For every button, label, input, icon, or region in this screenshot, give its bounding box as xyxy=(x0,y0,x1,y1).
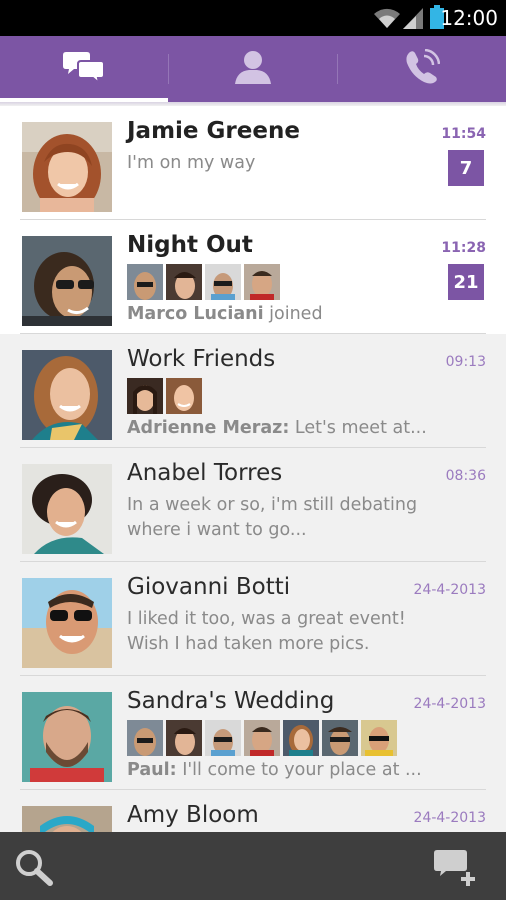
member-avatar xyxy=(127,264,163,300)
bottom-action-bar xyxy=(0,832,506,900)
sender-name: Marco Luciani xyxy=(127,304,264,324)
member-avatar xyxy=(361,720,397,756)
conversation-row[interactable]: Giovanni Botti 24-4-2013 I liked it too,… xyxy=(0,562,506,676)
conversation-row[interactable]: Jamie Greene 11:54 I'm on my way 7 xyxy=(0,106,506,220)
member-avatar xyxy=(244,720,280,756)
group-members xyxy=(127,264,280,300)
member-avatar xyxy=(166,378,202,414)
avatar xyxy=(22,350,112,440)
avatar xyxy=(22,692,112,782)
member-avatar xyxy=(322,720,358,756)
member-avatar xyxy=(127,378,163,414)
conversation-row[interactable]: Night Out 11:28 Marco Luciani joined 21 xyxy=(0,220,506,334)
message-text: I'll come to your place at ... xyxy=(176,760,422,780)
conversation-row[interactable]: Work Friends 09:13 Adrienne Meraz: Let's… xyxy=(0,334,506,448)
message-time: 09:13 xyxy=(445,354,486,370)
group-members xyxy=(127,378,202,414)
tab-contacts[interactable] xyxy=(169,36,337,102)
message-text: Let's meet at... xyxy=(289,418,427,438)
sender-name: Paul: xyxy=(127,760,177,780)
tab-bar xyxy=(0,36,506,102)
message-time: 24-4-2013 xyxy=(413,582,486,598)
unread-badge: 21 xyxy=(448,264,484,300)
avatar xyxy=(22,806,112,832)
contact-name: Jamie Greene xyxy=(127,118,300,144)
message-preview: I'm on my way xyxy=(127,153,256,173)
avatar xyxy=(22,578,112,668)
message-preview: I liked it too, was a great event! Wish … xyxy=(127,609,406,654)
avatar xyxy=(22,122,112,212)
calls-icon xyxy=(404,48,441,89)
group-activity: Marco Luciani joined xyxy=(127,304,323,324)
last-message: Paul: I'll come to your place at ... xyxy=(127,760,422,780)
message-preview: In a week or so, i'm still debating wher… xyxy=(127,495,418,540)
group-members xyxy=(127,720,397,756)
new-message-icon[interactable] xyxy=(434,848,480,890)
member-avatar xyxy=(244,264,280,300)
contacts-icon xyxy=(235,50,271,88)
conversation-row[interactable]: Amy Bloom 24-4-2013 xyxy=(0,790,506,832)
sender-name: Adrienne Meraz: xyxy=(127,418,290,438)
conversation-list[interactable]: Jamie Greene 11:54 I'm on my way 7 Night… xyxy=(0,106,506,832)
last-message: Adrienne Meraz: Let's meet at... xyxy=(127,418,427,438)
contact-name: Giovanni Botti xyxy=(127,574,291,600)
tab-chats[interactable] xyxy=(0,36,168,102)
signal-icon xyxy=(402,6,424,34)
group-name: Night Out xyxy=(127,232,253,258)
member-avatar xyxy=(166,264,202,300)
avatar xyxy=(22,236,112,326)
message-time: 08:36 xyxy=(445,468,486,484)
avatar xyxy=(22,464,112,554)
member-avatar xyxy=(205,264,241,300)
chats-icon xyxy=(63,50,105,88)
message-time: 11:28 xyxy=(441,240,486,256)
member-avatar xyxy=(166,720,202,756)
search-icon[interactable] xyxy=(14,848,54,890)
member-avatar xyxy=(127,720,163,756)
message-time: 24-4-2013 xyxy=(413,810,486,826)
unread-badge: 7 xyxy=(448,150,484,186)
clock: 12:00 xyxy=(440,6,498,30)
group-name: Work Friends xyxy=(127,346,276,372)
group-name: Sandra's Wedding xyxy=(127,688,335,714)
conversation-row[interactable]: Anabel Torres 08:36 In a week or so, i'm… xyxy=(0,448,506,562)
activity-text: joined xyxy=(263,304,323,324)
status-bar: 12:00 xyxy=(0,0,506,36)
member-avatar xyxy=(283,720,319,756)
conversation-row[interactable]: Sandra's Wedding 24-4-2013 Paul: I'll co… xyxy=(0,676,506,790)
tab-calls[interactable] xyxy=(338,36,506,102)
contact-name: Anabel Torres xyxy=(127,460,283,486)
member-avatar xyxy=(205,720,241,756)
message-time: 24-4-2013 xyxy=(413,696,486,712)
message-time: 11:54 xyxy=(441,126,486,142)
wifi-icon xyxy=(373,6,401,34)
contact-name: Amy Bloom xyxy=(127,802,259,828)
